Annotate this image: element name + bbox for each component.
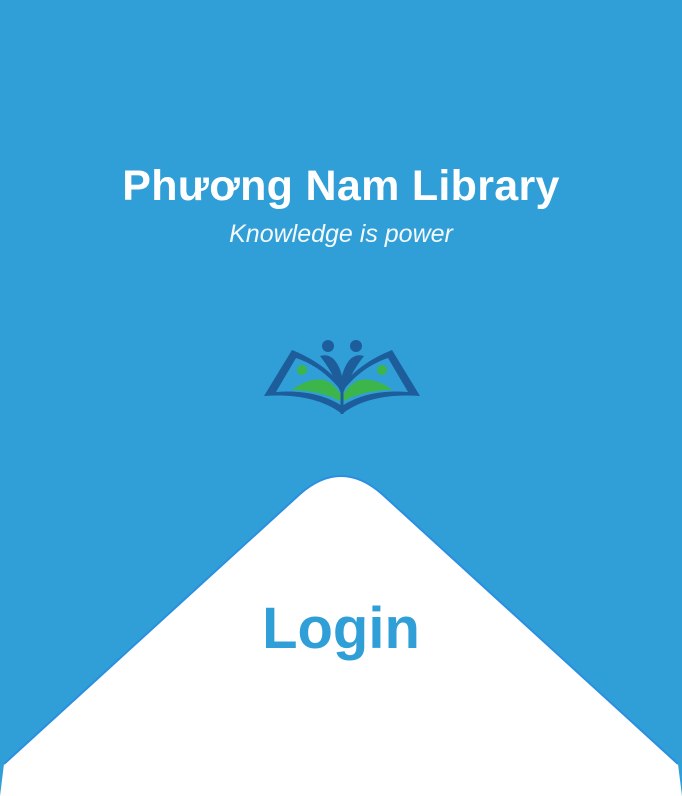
login-panel [0, 475, 682, 796]
splash-screen: Phương Nam Library Knowledge is power Lo… [0, 0, 682, 796]
login-button[interactable]: Login [0, 596, 682, 662]
